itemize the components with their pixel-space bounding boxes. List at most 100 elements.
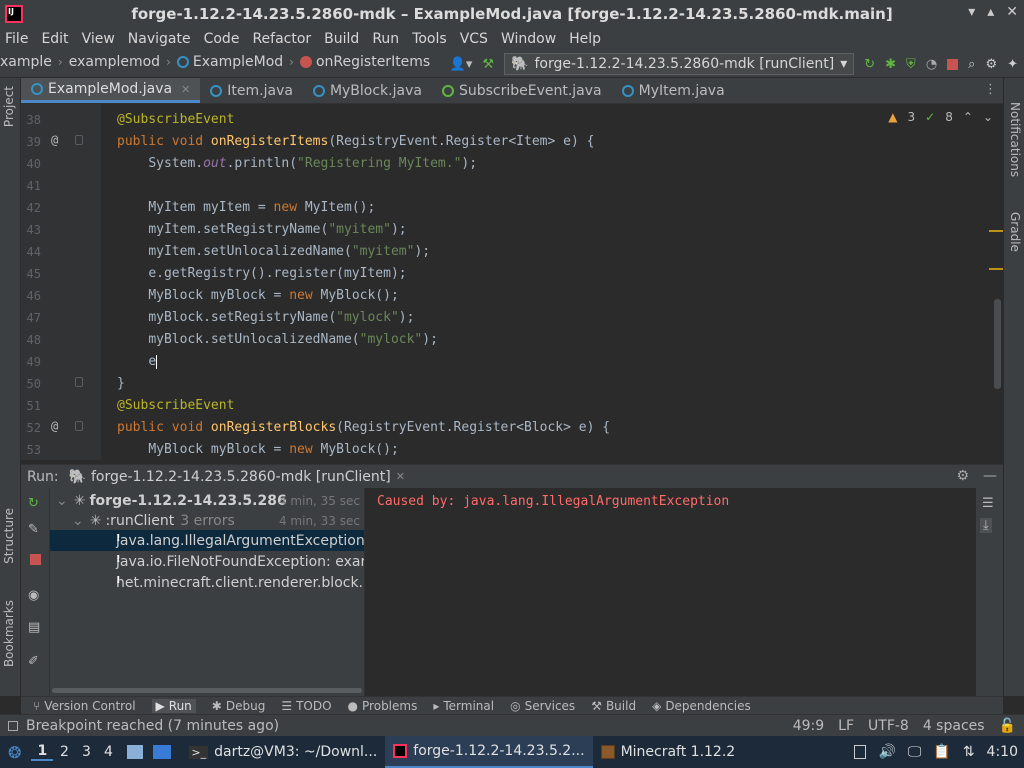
tab-dependencies[interactable]: ◈ Dependencies	[652, 699, 751, 713]
menu-build[interactable]: Build	[324, 31, 359, 47]
file-manager-icon[interactable]	[127, 745, 144, 759]
breadcrumb-item-package[interactable]: xample	[0, 54, 52, 70]
menu-edit[interactable]: Edit	[41, 31, 68, 47]
notifications-tool-tab[interactable]: Notifications	[1008, 102, 1022, 177]
close-icon[interactable]: ✕	[396, 470, 405, 483]
tab-item-java[interactable]: Item.java	[200, 78, 303, 103]
tab-debug[interactable]: ✱ Debug	[212, 699, 266, 713]
gear-icon[interactable]: ⚙	[956, 468, 969, 484]
tree-item-error[interactable]: java.lang.IllegalArgumentException	[50, 530, 364, 551]
more-tabs-icon[interactable]: ⋮	[984, 82, 997, 97]
tab-examplemod-java[interactable]: ExampleMod.java ✕	[21, 78, 201, 103]
fold-icon[interactable]	[75, 377, 83, 387]
menu-navigate[interactable]: Navigate	[128, 31, 191, 47]
project-tool-tab[interactable]: Project	[2, 86, 16, 127]
tab-myblock-java[interactable]: MyBlock.java	[303, 78, 432, 103]
menu-help[interactable]: Help	[569, 31, 601, 47]
task-terminal[interactable]: >_ dartz@VM3: ~/Downl...	[181, 736, 385, 768]
tree-item-error[interactable]: net.minecraft.client.renderer.block.r	[50, 572, 364, 593]
breadcrumb-item-method[interactable]: onRegisterItems	[316, 54, 430, 70]
tab-problems[interactable]: ● Problems	[348, 699, 418, 713]
eye-icon[interactable]: ◉	[28, 588, 43, 603]
maximize-icon[interactable]: ▴	[987, 4, 994, 20]
gradle-tool-tab[interactable]: Gradle	[1008, 212, 1022, 252]
run-tab[interactable]: 🐘 forge-1.12.2-14.23.5.2860-mdk [runClie…	[69, 469, 405, 485]
workspace-3[interactable]: 3	[75, 744, 97, 760]
tab-myitem-java[interactable]: MyItem.java	[612, 78, 735, 103]
status-message[interactable]: Breakpoint reached (7 minutes ago)	[26, 718, 279, 734]
stop-icon[interactable]	[30, 554, 41, 565]
menu-window[interactable]: Window	[501, 31, 556, 47]
minimize-icon[interactable]: ▾	[968, 4, 975, 20]
search-icon[interactable]: ⌕	[968, 57, 975, 72]
menu-code[interactable]: Code	[204, 31, 240, 47]
run-console[interactable]: Caused by: java.lang.IllegalArgumentExce…	[364, 488, 976, 696]
override-marker-icon[interactable]: @	[51, 419, 58, 433]
stop-icon[interactable]	[947, 58, 959, 70]
tab-run[interactable]: ▶ Run	[151, 698, 196, 713]
fold-icon[interactable]	[75, 421, 83, 431]
tab-todo[interactable]: ☰ TODO	[281, 699, 331, 713]
scrollbar-thumb[interactable]	[52, 688, 362, 693]
show-desktop-icon[interactable]	[153, 745, 172, 759]
close-icon[interactable]: ✕	[1006, 4, 1018, 20]
ide-logo-icon[interactable]: ✦	[1007, 57, 1018, 72]
close-icon[interactable]: ✕	[181, 83, 190, 96]
debug-bug-icon[interactable]: ✱	[885, 57, 896, 72]
workspace-1[interactable]: 1	[31, 743, 54, 761]
network-icon[interactable]: ⇅	[963, 744, 975, 760]
structure-tool-tab[interactable]: Structure	[2, 508, 16, 564]
fold-icon[interactable]	[75, 135, 83, 145]
warning-stripe[interactable]	[989, 230, 1003, 232]
clock[interactable]: 4:10	[987, 744, 1018, 760]
code-editor[interactable]: ▲ 3 ✓ 8 ⌃ ⌄ 38 @SubscribeEvent 39 @ publ…	[21, 104, 1003, 460]
tree-item-error[interactable]: java.io.FileNotFoundException: exar	[50, 551, 364, 572]
workspace-4[interactable]: 4	[97, 744, 119, 760]
chevron-down-icon[interactable]: ⌄	[72, 513, 84, 529]
tab-build[interactable]: ⚒ Build	[591, 699, 636, 713]
user-icon[interactable]: 👤▾	[450, 57, 473, 72]
layout-icon[interactable]: ▤	[28, 620, 43, 635]
indent-setting[interactable]: 4 spaces	[923, 718, 985, 734]
menu-file[interactable]: File	[5, 31, 28, 47]
rerun-icon[interactable]: ↻	[28, 496, 43, 511]
status-toggle-icon[interactable]	[8, 720, 18, 731]
workspace-2[interactable]: 2	[53, 744, 75, 760]
chevron-down-icon[interactable]: ⌄	[56, 493, 68, 509]
menu-refactor[interactable]: Refactor	[252, 31, 311, 47]
tab-services[interactable]: ◎ Services	[510, 699, 575, 713]
tree-item-runclient[interactable]: ⌄ ✳ :runClient 3 errors 4 min, 33 sec	[50, 510, 364, 531]
task-minecraft[interactable]: Minecraft 1.12.2	[593, 736, 744, 768]
tab-subscribeevent-java[interactable]: SubscribeEvent.java	[432, 78, 612, 103]
task-intellij[interactable]: forge-1.12.2-14.23.5.2...	[385, 736, 593, 768]
tab-terminal[interactable]: ▸ Terminal	[433, 699, 494, 713]
menu-view[interactable]: View	[82, 31, 115, 47]
monitor-icon[interactable]: 🖵	[908, 744, 922, 760]
tree-horizontal-scrollbar[interactable]	[50, 684, 364, 696]
rerun-icon[interactable]: ↻	[864, 57, 875, 72]
warning-stripe[interactable]	[989, 268, 1003, 270]
editor-scrollbar[interactable]	[994, 299, 1001, 389]
breadcrumb-item-class[interactable]: ExampleMod	[193, 54, 283, 70]
menu-vcs[interactable]: VCS	[460, 31, 488, 47]
start-menu-icon[interactable]: ❂	[8, 743, 21, 762]
menu-run[interactable]: Run	[372, 31, 399, 47]
caret-position[interactable]: 49:9	[793, 718, 824, 734]
wrench-icon[interactable]: ✎	[28, 522, 43, 537]
profile-icon[interactable]: ◔	[926, 57, 937, 72]
volume-icon[interactable]: 🔊	[878, 744, 895, 760]
line-separator[interactable]: LF	[838, 718, 854, 734]
gear-icon[interactable]: ⚙	[985, 57, 997, 72]
minimize-panel-icon[interactable]: —	[983, 468, 997, 484]
soft-wrap-icon[interactable]: ☰	[982, 496, 994, 511]
file-encoding[interactable]: UTF-8	[868, 718, 909, 734]
tree-item-root[interactable]: ⌄ ✳ forge-1.12.2-14.23.5.286 4 min, 35 s…	[50, 490, 364, 511]
tab-version-control[interactable]: ⑂ Version Control	[33, 699, 136, 713]
override-marker-icon[interactable]: @	[51, 133, 58, 147]
clipboard-icon[interactable]: 📋	[933, 744, 950, 760]
breadcrumb-item-examplemod[interactable]: examplemod	[69, 54, 160, 70]
build-hammer-icon[interactable]: ⚒	[482, 57, 494, 72]
coverage-icon[interactable]: ⛨	[906, 57, 916, 72]
run-configuration-selector[interactable]: 🐘 forge-1.12.2-14.23.5.2860-mdk [runClie…	[504, 53, 855, 75]
bookmarks-tool-tab[interactable]: Bookmarks	[2, 600, 16, 667]
